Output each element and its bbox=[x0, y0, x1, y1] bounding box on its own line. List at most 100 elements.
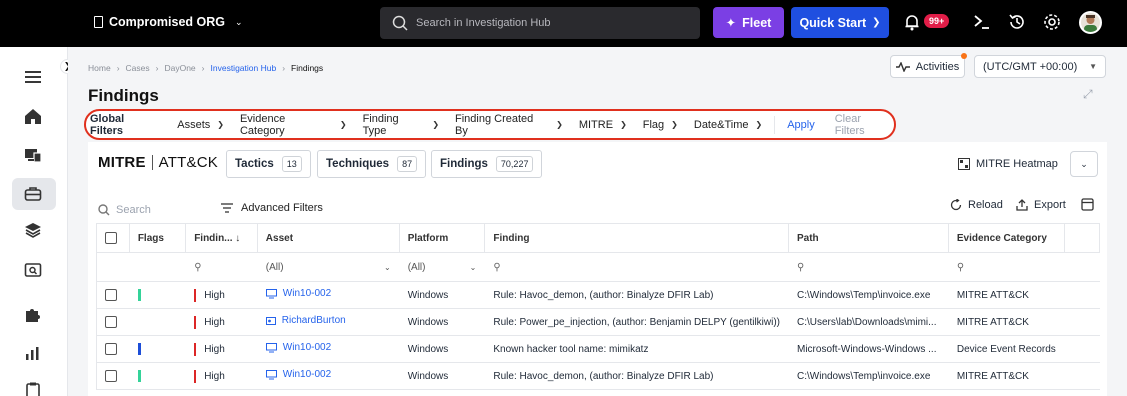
row-checkbox[interactable] bbox=[105, 316, 117, 328]
layers-icon[interactable] bbox=[22, 220, 44, 240]
filter-finding-type[interactable]: Finding Type ❯ bbox=[363, 113, 439, 137]
breadcrumb-home[interactable]: Home bbox=[88, 63, 111, 73]
heatmap-toggle-button[interactable]: ⌄ bbox=[1070, 151, 1098, 177]
apply-filters-button[interactable]: Apply bbox=[787, 119, 815, 131]
filter-assets[interactable]: Assets ❯ bbox=[177, 119, 224, 131]
menu-icon[interactable] bbox=[22, 67, 44, 87]
table-row[interactable]: High Win10-002 Windows Rule: Havoc_demon, (… bbox=[96, 362, 1100, 390]
fleet-button[interactable]: ✦ Fleet bbox=[713, 7, 784, 38]
breadcrumb-cases[interactable]: Cases bbox=[126, 63, 150, 73]
filter-cell-finding-date[interactable]: ⚲ bbox=[185, 252, 258, 282]
folder-search-icon[interactable] bbox=[22, 259, 44, 279]
breadcrumb-case[interactable]: DayOne bbox=[164, 63, 195, 73]
timezone-value: (UTC/GMT +00:00) bbox=[983, 60, 1078, 73]
row-checkbox[interactable] bbox=[105, 370, 117, 382]
flag-cell[interactable] bbox=[129, 335, 186, 363]
column-header-asset[interactable]: Asset bbox=[256, 223, 400, 253]
severity-cell: High bbox=[185, 308, 258, 336]
table-row[interactable]: High RichardBurton Windows Rule: Power_pe_i… bbox=[96, 308, 1100, 336]
column-header-flags[interactable]: Flags bbox=[128, 223, 187, 253]
asset-link[interactable]: RichardBurton bbox=[265, 315, 346, 326]
filter-cell-platform[interactable]: (All) ⌄ bbox=[399, 252, 485, 282]
filter-value: (All) bbox=[407, 261, 426, 273]
clipboard-icon[interactable] bbox=[22, 380, 44, 396]
breadcrumb-investigation-hub[interactable]: Investigation Hub bbox=[211, 63, 277, 73]
column-header-finding-date[interactable]: Findin... ↓ bbox=[185, 223, 258, 253]
assets-icon[interactable] bbox=[22, 145, 44, 165]
asset-link[interactable]: Win10-002 bbox=[265, 342, 332, 354]
asset-name: Win10-002 bbox=[282, 342, 332, 354]
timezone-select[interactable]: (UTC/GMT +00:00) ▼ bbox=[974, 55, 1106, 78]
filter-cell-evidence-category[interactable]: ⚲ bbox=[948, 252, 1065, 282]
row-checkbox[interactable] bbox=[105, 289, 117, 301]
export-button[interactable]: Export bbox=[1016, 199, 1066, 211]
select-all-checkbox[interactable] bbox=[105, 232, 117, 244]
asset-link[interactable]: Win10-002 bbox=[265, 369, 331, 380]
terminal-icon[interactable] bbox=[973, 14, 991, 30]
tab-techniques[interactable]: Techniques 87 bbox=[317, 150, 427, 178]
row-checkbox[interactable] bbox=[105, 343, 117, 355]
clear-filters-button[interactable]: Clear Filters bbox=[835, 113, 894, 137]
filter-cell-asset[interactable]: (All) ⌄ bbox=[257, 252, 400, 282]
reload-button[interactable]: Reload bbox=[950, 199, 1003, 211]
expand-icon[interactable]: ⤢ bbox=[1083, 87, 1093, 102]
column-header-finding[interactable]: Finding bbox=[484, 223, 789, 253]
tab-label: Techniques bbox=[326, 158, 390, 170]
chevron-down-icon: ❯ bbox=[556, 120, 563, 129]
gear-icon[interactable] bbox=[1043, 13, 1061, 31]
activities-button[interactable]: Activities bbox=[890, 55, 965, 78]
history-icon[interactable] bbox=[1008, 13, 1026, 31]
briefcase-icon[interactable] bbox=[22, 184, 44, 204]
global-filters-bar: Global Filters Assets ❯ Evidence Category… bbox=[84, 109, 896, 140]
asset-link[interactable]: Win10-002 bbox=[265, 288, 331, 299]
bar-chart-icon[interactable] bbox=[22, 343, 44, 363]
filter-finding-created-by[interactable]: Finding Created By ❯ bbox=[455, 113, 563, 137]
sidebar: ❯ bbox=[0, 47, 75, 396]
severity-label: High bbox=[194, 288, 225, 302]
chevron-down-icon: ❯ bbox=[755, 120, 763, 129]
search-icon: ⚲ bbox=[194, 261, 202, 273]
filter-mitre[interactable]: MITRE ❯ bbox=[579, 119, 627, 131]
global-search-input[interactable]: Search in Investigation Hub bbox=[380, 7, 700, 39]
table-search-input[interactable]: Search bbox=[98, 204, 151, 216]
table-row[interactable]: High Win10-002 Windows Known hacker tool na… bbox=[96, 335, 1100, 363]
tab-count: 70,227 bbox=[495, 156, 534, 172]
tab-count: 87 bbox=[397, 156, 418, 172]
filter-label: MITRE bbox=[578, 118, 614, 131]
mitre-heatmap-button[interactable]: MITRE Heatmap bbox=[958, 158, 1058, 170]
flag-cell[interactable] bbox=[129, 281, 186, 309]
severity-label: High bbox=[194, 369, 225, 383]
caret-down-icon: ▼ bbox=[1089, 62, 1097, 71]
row-select-cell bbox=[96, 281, 130, 309]
heatmap-icon bbox=[958, 158, 970, 170]
mitre-attack-logo: MITRE ATT&CK bbox=[98, 154, 218, 171]
column-chooser-icon[interactable] bbox=[1081, 198, 1094, 211]
filter-date-time[interactable]: Date&Time ❯ bbox=[694, 119, 762, 131]
tab-findings[interactable]: Findings 70,227 bbox=[431, 150, 543, 178]
quick-start-button[interactable]: Quick Start ❯ bbox=[791, 7, 889, 38]
asset-cell: Win10-002 bbox=[257, 335, 400, 363]
avatar[interactable] bbox=[1079, 11, 1102, 34]
tab-tactics[interactable]: Tactics 13 bbox=[226, 150, 311, 178]
column-header-evidence-category[interactable]: Evidence Category bbox=[947, 223, 1065, 253]
bell-icon[interactable] bbox=[904, 13, 920, 31]
filter-cell-path[interactable]: ⚲ bbox=[788, 252, 949, 282]
computer-icon bbox=[265, 369, 277, 380]
platform-cell: Windows bbox=[399, 281, 485, 309]
flag-cell[interactable] bbox=[129, 308, 186, 336]
platform-cell: Windows bbox=[399, 335, 485, 363]
filter-cell-finding[interactable]: ⚲ bbox=[484, 252, 789, 282]
search-icon: ⚲ bbox=[956, 261, 965, 273]
column-header-platform[interactable]: Platform bbox=[398, 223, 486, 253]
table-row[interactable]: High Win10-002 Windows Rule: Havoc_demon, (… bbox=[96, 281, 1100, 309]
export-icon bbox=[1016, 199, 1028, 211]
column-header-path[interactable]: Path bbox=[788, 223, 949, 253]
filter-evidence-category[interactable]: Evidence Category ❯ bbox=[240, 113, 347, 137]
advanced-filters-button[interactable]: Advanced Filters bbox=[221, 202, 323, 214]
flag-cell[interactable] bbox=[129, 362, 186, 390]
filter-flag[interactable]: Flag ❯ bbox=[643, 119, 678, 131]
search-icon: ⚲ bbox=[797, 261, 805, 273]
home-icon[interactable] bbox=[22, 106, 44, 126]
puzzle-icon[interactable] bbox=[22, 305, 44, 325]
org-switcher[interactable]: Compromised ORG ⌄ bbox=[94, 15, 243, 29]
